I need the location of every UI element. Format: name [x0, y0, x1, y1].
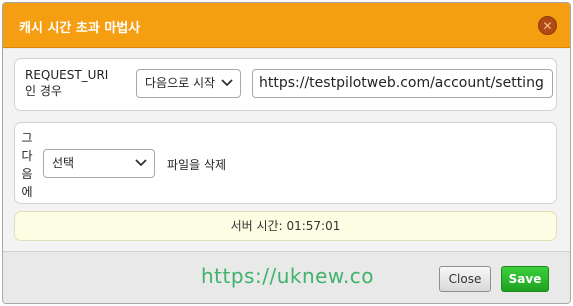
dialog-title: 캐시 시간 초과 마법사 [19, 21, 141, 36]
action-select[interactable]: 선택 [43, 149, 155, 178]
close-button[interactable]: Close [439, 266, 491, 292]
chevron-down-icon [135, 159, 147, 167]
condition-operator-value: 다음으로 시작 [145, 76, 216, 90]
condition-suffix-label: 인 경우 [25, 84, 62, 98]
action-then-label: 그 다 음 에 [20, 129, 34, 201]
action-description: 파일을 삭제 [167, 158, 227, 172]
watermark-text: https://uknew.co [201, 264, 375, 288]
then-label-char: 다 [21, 149, 33, 163]
action-select-value: 선택 [52, 156, 75, 170]
save-button[interactable]: Save [501, 266, 549, 292]
cache-timeout-wizard-dialog: 캐시 시간 초과 마법사 ✕ REQUEST_URI 인 경우 다음으로 시작 … [2, 2, 571, 304]
server-time-bar: 서버 시간: 01:57:01 [14, 211, 557, 241]
dialog-titlebar[interactable]: 캐시 시간 초과 마법사 ✕ [3, 3, 570, 48]
condition-panel: REQUEST_URI 인 경우 다음으로 시작 https://testpil… [14, 58, 557, 111]
then-label-char: 그 [21, 131, 33, 145]
chevron-down-icon [221, 79, 233, 87]
server-time-text: 서버 시간: 01:57:01 [230, 219, 341, 233]
then-label-char: 에 [21, 185, 33, 199]
action-panel: 그 다 음 에 선택 파일을 삭제 [14, 122, 557, 204]
then-label-char: 음 [21, 167, 33, 181]
close-icon[interactable]: ✕ [538, 16, 557, 35]
url-input[interactable]: https://testpilotweb.com/account/setting [252, 69, 553, 98]
condition-operator-select[interactable]: 다음으로 시작 [136, 69, 241, 98]
condition-variable-label: REQUEST_URI [25, 68, 109, 82]
condition-label: REQUEST_URI 인 경우 [25, 67, 108, 99]
dialog-footer: https://uknew.co Close Save [3, 253, 570, 303]
dialog-body: REQUEST_URI 인 경우 다음으로 시작 https://testpil… [3, 49, 570, 252]
